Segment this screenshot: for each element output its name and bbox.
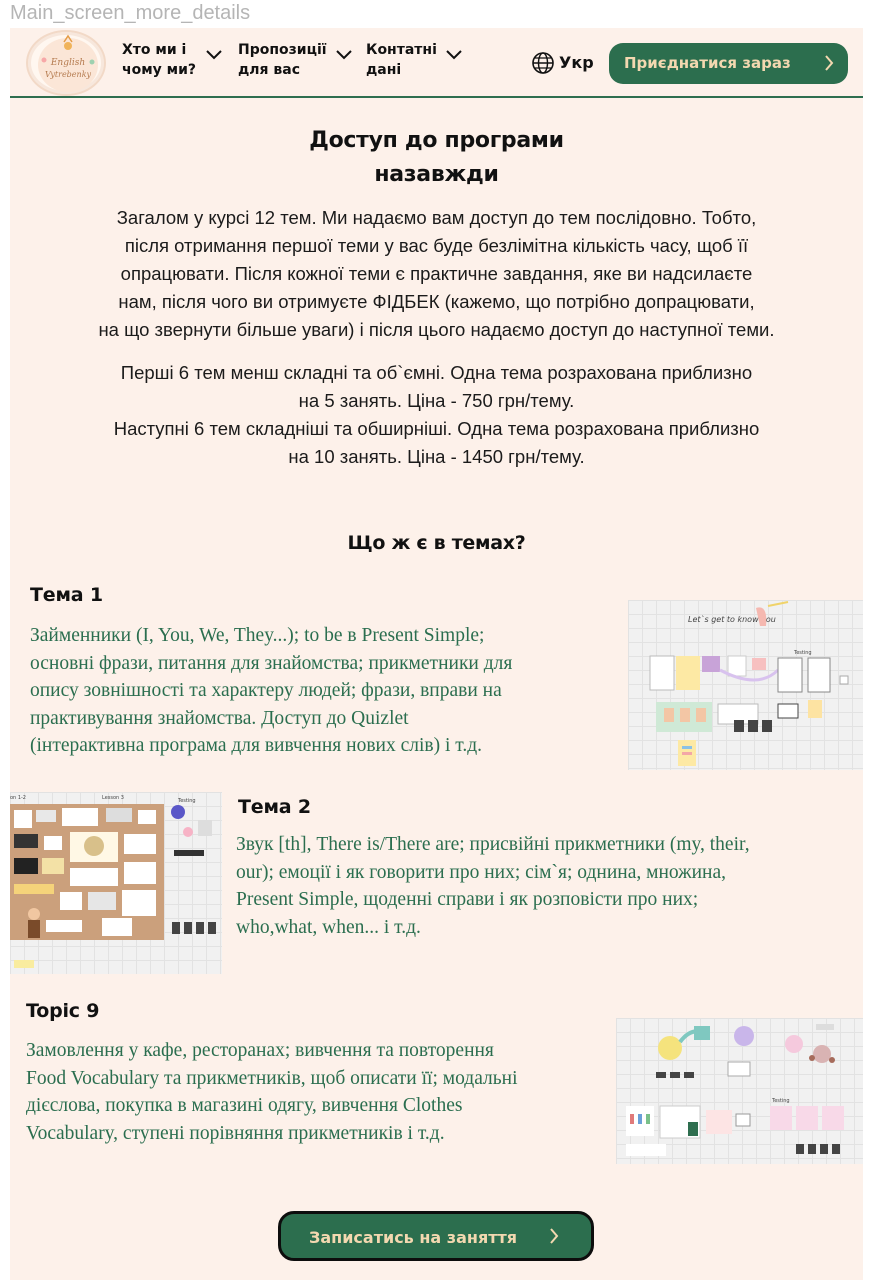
globe-icon (532, 52, 554, 74)
topic-2-title: Тема 2 (238, 796, 311, 818)
topic-2-thumbnail[interactable]: on 1-2 Lesson 3 Testing (10, 792, 222, 974)
nav-item-about[interactable]: Хто ми і чому ми? (122, 40, 227, 80)
chevron-down-icon (336, 50, 352, 60)
topics-section-title: Що ж є в темах? (347, 532, 526, 554)
intro-title: Доступ до програми назавжди (309, 128, 564, 187)
chevron-right-icon (825, 55, 834, 71)
sign-up-label: Записатись на заняття (309, 1228, 518, 1247)
sign-up-button[interactable]: Записатись на заняття (278, 1211, 594, 1261)
language-label: Укр (559, 53, 594, 72)
topic-1-thumbnail[interactable]: Let`s get to know you Testing (628, 600, 863, 770)
nav-item-offers[interactable]: Пропозиції для вас (238, 40, 358, 80)
topic-1-thumbnail-graphic: Let`s get to know you Testing (649, 601, 849, 766)
site-header: English Vytrebenky Хто ми і чому ми? Про… (10, 28, 863, 98)
site-logo[interactable]: English Vytrebenky (26, 30, 106, 96)
topic-1-thumbnail-caption: Testing (793, 650, 812, 656)
intro-paragraph-1: Загалом у курсі 12 тем. Ми надаємо вам д… (98, 207, 775, 340)
nav-item-contacts[interactable]: Контатні дані (366, 40, 466, 80)
logo-text-line-1: English (50, 58, 85, 68)
topic-2-thumbnail-label-1: on 1-2 (10, 795, 26, 801)
intro-paragraph-2: Перші 6 тем менш складні та об`ємні. Одн… (113, 362, 760, 467)
topic-2-thumbnail-graphic: on 1-2 Lesson 3 Testing (10, 795, 216, 968)
logo-graphic: English Vytrebenky (38, 34, 98, 92)
page: English Vytrebenky Хто ми і чому ми? Про… (10, 28, 863, 1280)
topic-9-text: Замовлення у кафе, ресторанах; вивчення … (26, 1040, 518, 1144)
frame-label: Main_screen_more_details (10, 2, 251, 24)
nav-item-about-label: Хто ми і чому ми? (122, 42, 197, 78)
topic-9-thumbnail[interactable]: Testing (616, 1018, 863, 1164)
topic-9-thumbnail-graphic: Testing (626, 1024, 844, 1156)
topic-2-thumbnail-label-2: Lesson 3 (102, 795, 124, 801)
chevron-right-icon (550, 1228, 559, 1244)
topic-1-title: Тема 1 (30, 584, 103, 606)
join-now-button[interactable]: Приєднатися зараз (609, 43, 848, 84)
topic-2-thumbnail-label-3: Testing (177, 798, 196, 804)
nav-item-contacts-label: Контатні дані (366, 42, 437, 78)
topic-9-title: Topic 9 (26, 1000, 100, 1022)
chevron-down-icon (446, 50, 462, 60)
chevron-down-icon (206, 50, 222, 60)
topic-9-thumbnail-caption: Testing (771, 1098, 790, 1104)
logo-text-line-2: Vytrebenky (45, 70, 92, 79)
topic-2-text: Звук [th], There is/There are; присвійні… (236, 834, 750, 938)
join-now-label: Приєднатися зараз (624, 54, 791, 72)
topic-1-text: Займенники (I, You, We, They...); to be … (30, 625, 513, 756)
nav-item-offers-label: Пропозиції для вас (238, 42, 327, 78)
